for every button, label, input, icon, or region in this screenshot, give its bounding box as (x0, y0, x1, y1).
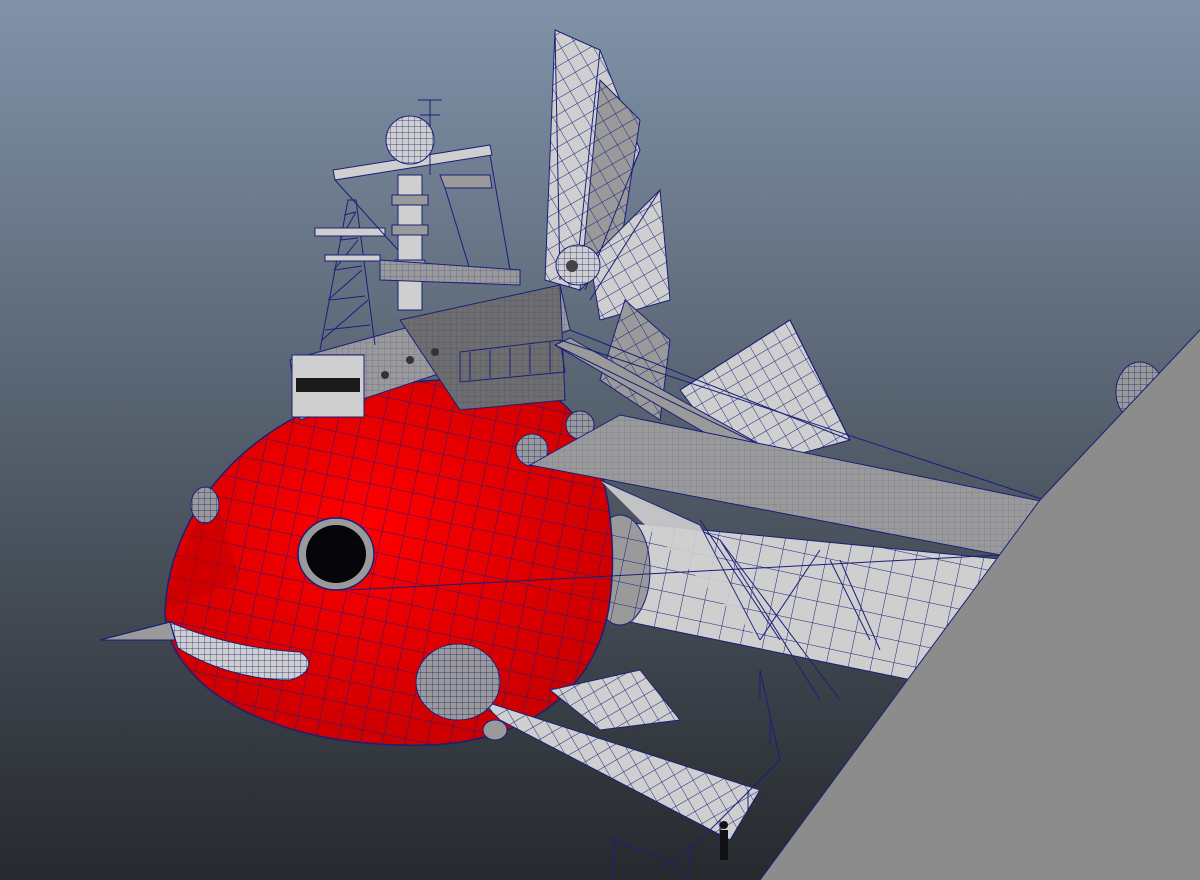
radar-dome[interactable] (385, 115, 435, 165)
human-figure[interactable] (720, 821, 728, 860)
viewport-scene[interactable] (0, 0, 1200, 880)
modeling-viewport[interactable] (0, 0, 1200, 880)
gear-wheel[interactable] (555, 244, 601, 286)
porthole[interactable] (297, 517, 375, 591)
